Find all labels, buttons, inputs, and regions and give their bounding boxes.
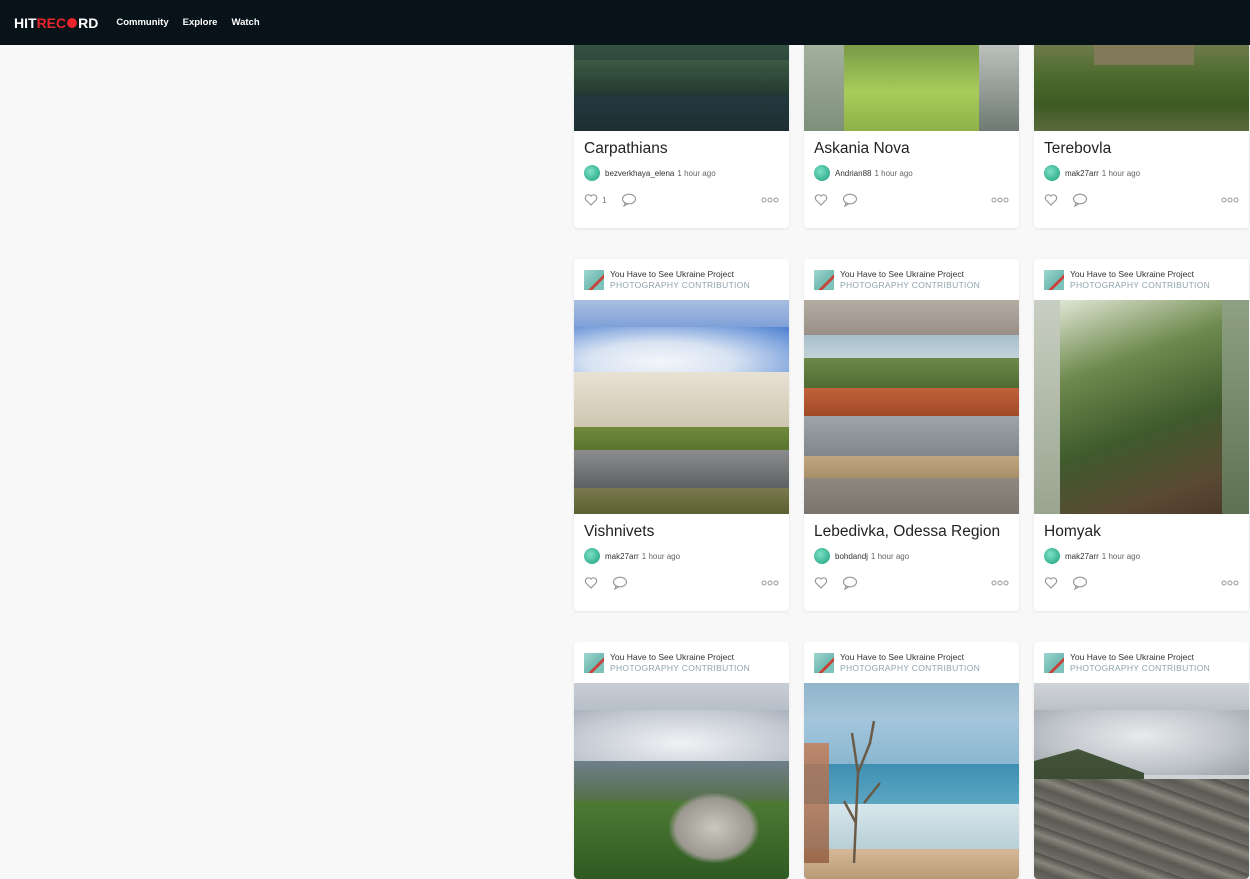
heart-icon[interactable] xyxy=(584,193,598,207)
heart-icon[interactable] xyxy=(814,576,828,590)
contribution-type: PHOTOGRAPHY CONTRIBUTION xyxy=(610,279,751,290)
comment-icon[interactable] xyxy=(621,193,637,207)
card-title[interactable]: Carpathians xyxy=(584,140,779,160)
card-image[interactable] xyxy=(804,300,1019,514)
project-name[interactable]: You Have to See Ukraine Project xyxy=(610,269,750,280)
contribution-type: PHOTOGRAPHY CONTRIBUTION xyxy=(610,662,751,673)
author-name[interactable]: mak27arr xyxy=(1065,169,1099,178)
comment-icon[interactable] xyxy=(842,193,858,207)
avatar[interactable] xyxy=(814,165,830,181)
author-name[interactable]: Andrian88 xyxy=(835,169,871,178)
card-image[interactable] xyxy=(804,683,1019,879)
logo-text-hit: HIT xyxy=(14,14,37,31)
project-header[interactable]: You Have to See Ukraine Project PHOTOGRA… xyxy=(574,259,789,300)
project-header[interactable]: You Have to See Ukraine Project PHOTOGRA… xyxy=(1034,642,1249,683)
card-image[interactable] xyxy=(1034,300,1249,514)
project-name[interactable]: You Have to See Ukraine Project xyxy=(1070,652,1210,663)
project-header[interactable]: You Have to See Ukraine Project PHOTOGRA… xyxy=(574,642,789,683)
timestamp: 1 hour ago xyxy=(677,168,716,178)
record-dot-icon xyxy=(67,17,78,28)
nav-community[interactable]: Community xyxy=(116,17,168,28)
comment-icon[interactable] xyxy=(842,576,858,590)
project-thumbnail[interactable] xyxy=(814,269,834,290)
project-thumbnail[interactable] xyxy=(584,269,604,290)
author-name[interactable]: mak27arr xyxy=(605,552,639,561)
avatar[interactable] xyxy=(584,548,600,564)
project-thumbnail[interactable] xyxy=(584,652,604,673)
project-name[interactable]: You Have to See Ukraine Project xyxy=(840,269,980,280)
timestamp: 1 hour ago xyxy=(641,551,681,561)
more-icon[interactable] xyxy=(761,193,779,207)
project-header[interactable]: You Have to See Ukraine Project PHOTOGRA… xyxy=(804,259,1019,300)
project-thumbnail[interactable] xyxy=(1044,652,1064,673)
like-count: 1 xyxy=(602,195,607,205)
author-name[interactable]: bohdandj xyxy=(835,552,868,561)
comment-icon[interactable] xyxy=(1072,576,1088,590)
timestamp: 1 hour ago xyxy=(1101,168,1141,178)
heart-icon[interactable] xyxy=(814,193,828,207)
more-icon[interactable] xyxy=(991,193,1009,207)
comment-icon[interactable] xyxy=(612,576,628,590)
heart-icon[interactable] xyxy=(1044,576,1058,590)
project-name[interactable]: You Have to See Ukraine Project xyxy=(1070,269,1210,280)
more-icon[interactable] xyxy=(991,576,1009,590)
card-title[interactable]: Lebedivka, Odessa Region xyxy=(814,523,1009,543)
project-header[interactable]: You Have to See Ukraine Project PHOTOGRA… xyxy=(1034,259,1249,300)
card-image[interactable] xyxy=(574,300,789,514)
comment-icon[interactable] xyxy=(1072,193,1088,207)
record-card[interactable]: You Have to See Ukraine Project PHOTOGRA… xyxy=(574,642,789,879)
avatar[interactable] xyxy=(1044,548,1060,564)
project-name[interactable]: You Have to See Ukraine Project xyxy=(610,652,750,663)
record-card[interactable]: You Have to See Ukraine Project PHOTOGRA… xyxy=(1034,259,1249,611)
contribution-type: PHOTOGRAPHY CONTRIBUTION xyxy=(840,279,981,290)
record-card[interactable]: You Have to See Ukraine Project PHOTOGRA… xyxy=(1034,642,1249,879)
card-image[interactable] xyxy=(574,683,789,879)
timestamp: 1 hour ago xyxy=(1101,551,1141,561)
timestamp: 1 hour ago xyxy=(870,551,910,561)
timestamp: 1 hour ago xyxy=(874,168,913,178)
project-thumbnail[interactable] xyxy=(1044,269,1064,290)
heart-icon[interactable] xyxy=(1044,193,1058,207)
avatar[interactable] xyxy=(814,548,830,564)
record-card[interactable]: You Have to See Ukraine Project PHOTOGRA… xyxy=(574,259,789,611)
project-thumbnail[interactable] xyxy=(814,652,834,673)
card-title[interactable]: Askania Nova xyxy=(814,140,1009,160)
contribution-type: PHOTOGRAPHY CONTRIBUTION xyxy=(1070,279,1211,290)
more-icon[interactable] xyxy=(1221,576,1239,590)
author-name[interactable]: mak27arr xyxy=(1065,552,1099,561)
contribution-type: PHOTOGRAPHY CONTRIBUTION xyxy=(840,662,981,673)
card-title[interactable]: Vishnivets xyxy=(584,523,779,543)
nav-explore[interactable]: Explore xyxy=(183,17,218,28)
avatar[interactable] xyxy=(1044,165,1060,181)
project-name[interactable]: You Have to See Ukraine Project xyxy=(840,652,980,663)
author-name[interactable]: bezverkhaya_elena xyxy=(605,169,674,178)
card-title[interactable]: Homyak xyxy=(1044,523,1239,543)
record-card[interactable]: You Have to See Ukraine Project PHOTOGRA… xyxy=(804,259,1019,611)
contribution-type: PHOTOGRAPHY CONTRIBUTION xyxy=(1070,662,1211,673)
nav-watch[interactable]: Watch xyxy=(231,17,259,28)
hitrecord-logo[interactable]: HIT REC RD xyxy=(14,15,98,31)
record-card[interactable]: You Have to See Ukraine Project PHOTOGRA… xyxy=(804,642,1019,879)
project-header[interactable]: You Have to See Ukraine Project PHOTOGRA… xyxy=(804,642,1019,683)
logo-text-rd: RD xyxy=(78,14,99,31)
heart-icon[interactable] xyxy=(584,576,598,590)
top-nav: HIT REC RD Community Explore Watch xyxy=(0,0,1250,45)
logo-text-rec: REC xyxy=(36,14,67,31)
more-icon[interactable] xyxy=(761,576,779,590)
card-image[interactable] xyxy=(1034,683,1249,879)
more-icon[interactable] xyxy=(1221,193,1239,207)
avatar[interactable] xyxy=(584,165,600,181)
card-title[interactable]: Terebovla xyxy=(1044,140,1239,160)
